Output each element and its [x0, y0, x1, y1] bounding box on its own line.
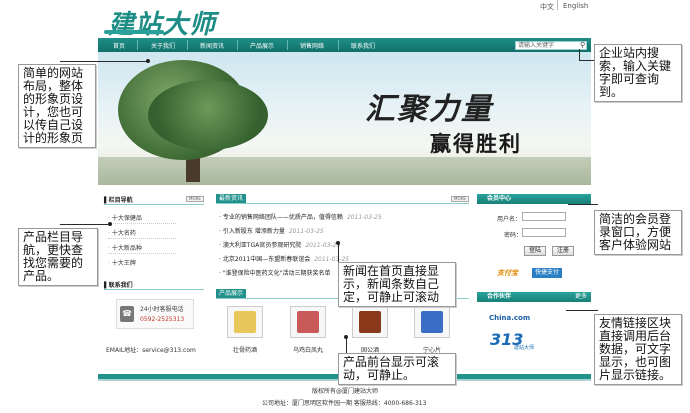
annotation-layout: 简单的网站布局，整体的形象页设计，您也可以传自己设计的形象页 [18, 64, 96, 148]
search-icon[interactable]: ⚲ [580, 41, 585, 49]
annotation-leader [60, 224, 110, 225]
news-item[interactable]: 北京2011中国—东盟新春联谊会2011-03-25 [219, 254, 349, 263]
site-logo[interactable]: 建站大师 [104, 4, 268, 40]
tree-crown-shade [148, 80, 268, 150]
footer-copyright: 版权所有@厦门建站大师 [312, 388, 379, 395]
product-caption[interactable]: 乌鸡白凤丸 [283, 345, 333, 354]
username-label: 用户名： [497, 216, 522, 223]
annotation-news: 新闻在首页直接显示，新闻条数自己定，可静止可滚动 [338, 262, 456, 307]
logo-text: 建站大师 [108, 10, 217, 40]
annotation-links: 友情链接区块直接调用后台数据，可文字显示，也可图片显示链接。 [594, 314, 682, 385]
category-item[interactable]: 十大名药 [108, 228, 136, 237]
nav-home[interactable]: 首页 [113, 41, 125, 50]
divider [104, 289, 204, 290]
annotation-dot [336, 241, 340, 245]
partners-more-link[interactable]: 更多 [575, 292, 587, 302]
member-center-header: 会员中心 [477, 194, 591, 204]
annotation-leader [346, 338, 347, 353]
banner-slogan-1: 汇聚力量 [365, 92, 493, 127]
phone-label: 24小时客服电话 [140, 306, 184, 313]
password-input[interactable] [522, 228, 566, 237]
news-item[interactable]: 专业的销售网络团队——优质产品，值得信赖2011-03-25 [219, 212, 382, 221]
nav-divider [137, 40, 138, 50]
annotation-category: 产品栏目导航，更快查找您需要的产品。 [18, 228, 98, 286]
divider [108, 238, 176, 239]
hero-banner [98, 52, 591, 185]
product-photo [297, 311, 319, 333]
annotation-search: 企业站内搜索，输入关键字即可查询到。 [594, 44, 682, 102]
banner-hills [98, 157, 591, 185]
partner-313-subtext: 建站大师 [514, 345, 535, 351]
annotation-leader [579, 49, 580, 60]
password-label: 密码： [504, 232, 523, 239]
alipay-logo[interactable]: 支付宝 [497, 268, 518, 278]
products-title: 产品展示 [216, 289, 247, 298]
nav-divider [338, 40, 339, 50]
username-input[interactable] [522, 212, 566, 221]
annotation-member: 简洁的会员登录窗口，方便客户体验网站 [594, 210, 682, 255]
category-title: ▌栏目导航 [104, 197, 133, 204]
footer-address: 公司地址：厦门思明区软件园一期 客服热线：4000-686-313 [262, 400, 427, 407]
news-more-button[interactable]: MORE [451, 196, 469, 202]
annotation-leader [338, 244, 339, 262]
nav-divider [287, 40, 288, 50]
contact-title: ▌联系我们 [104, 282, 133, 289]
annotation-products: 产品前台显示可滚动，可静止。 [338, 353, 456, 385]
quick-pay-badge[interactable]: 快捷支付 [532, 268, 562, 278]
product-image[interactable] [352, 306, 388, 338]
nav-contact[interactable]: 联系我们 [351, 41, 375, 50]
nav-divider [237, 40, 238, 50]
register-button[interactable]: 注册 [552, 246, 574, 256]
product-caption[interactable]: 壮骨药酒 [220, 345, 270, 354]
annotation-leader [566, 310, 598, 311]
email-address: EMAIL地址：service@313.com [106, 347, 196, 354]
news-item[interactable]: 澳大利亚TGA官员参观研究院2011-03-25 [219, 240, 340, 249]
phone-number: 0592-2525313 [140, 316, 185, 323]
divider [104, 204, 204, 205]
category-item[interactable]: 十大新品种 [108, 243, 142, 252]
product-image[interactable] [227, 306, 263, 338]
partners-header: 合作伙伴 更多 [477, 292, 591, 302]
category-more-button[interactable]: MORE [186, 196, 204, 202]
news-title: 最新资讯 [216, 194, 247, 203]
phone-icon: ☎ [120, 306, 134, 322]
annotation-leader [579, 60, 594, 61]
annotation-dot [146, 59, 150, 63]
nav-products[interactable]: 产品展示 [250, 41, 274, 50]
product-photo [421, 311, 443, 333]
category-item[interactable]: 十大保健品 [108, 213, 142, 222]
lang-cn-link[interactable]: 中文 [540, 2, 554, 12]
divider [108, 253, 176, 254]
search-input[interactable]: 请输入关键字 [515, 41, 587, 50]
nav-sales[interactable]: 销售网络 [300, 41, 324, 50]
divider [216, 203, 469, 204]
lang-divider [557, 0, 558, 10]
product-photo [234, 311, 256, 333]
nav-divider [187, 40, 188, 50]
login-button[interactable]: 登陆 [524, 246, 546, 256]
annotation-dot [344, 335, 348, 339]
annotation-leader [60, 61, 148, 62]
nav-about[interactable]: 关于我们 [151, 41, 175, 50]
product-image[interactable] [290, 306, 326, 338]
lang-en-link[interactable]: English [563, 2, 588, 10]
annotation-dot [108, 222, 112, 226]
nav-news[interactable]: 新闻资讯 [200, 41, 224, 50]
divider [108, 223, 176, 224]
annotation-leader [568, 204, 598, 205]
partner-china-logo[interactable]: China.com [489, 314, 530, 322]
product-photo [359, 311, 381, 333]
product-image[interactable] [414, 306, 450, 338]
news-item[interactable]: "谁登保险中医药文化"活动三期获奖名单 [219, 268, 334, 277]
logo-swoosh [104, 30, 164, 34]
banner-slogan-2: 赢得胜利 [430, 131, 522, 156]
news-item[interactable]: 引入新股东 增添新力量2011-03-25 [219, 226, 324, 235]
category-item[interactable]: 十大王牌 [108, 258, 136, 267]
